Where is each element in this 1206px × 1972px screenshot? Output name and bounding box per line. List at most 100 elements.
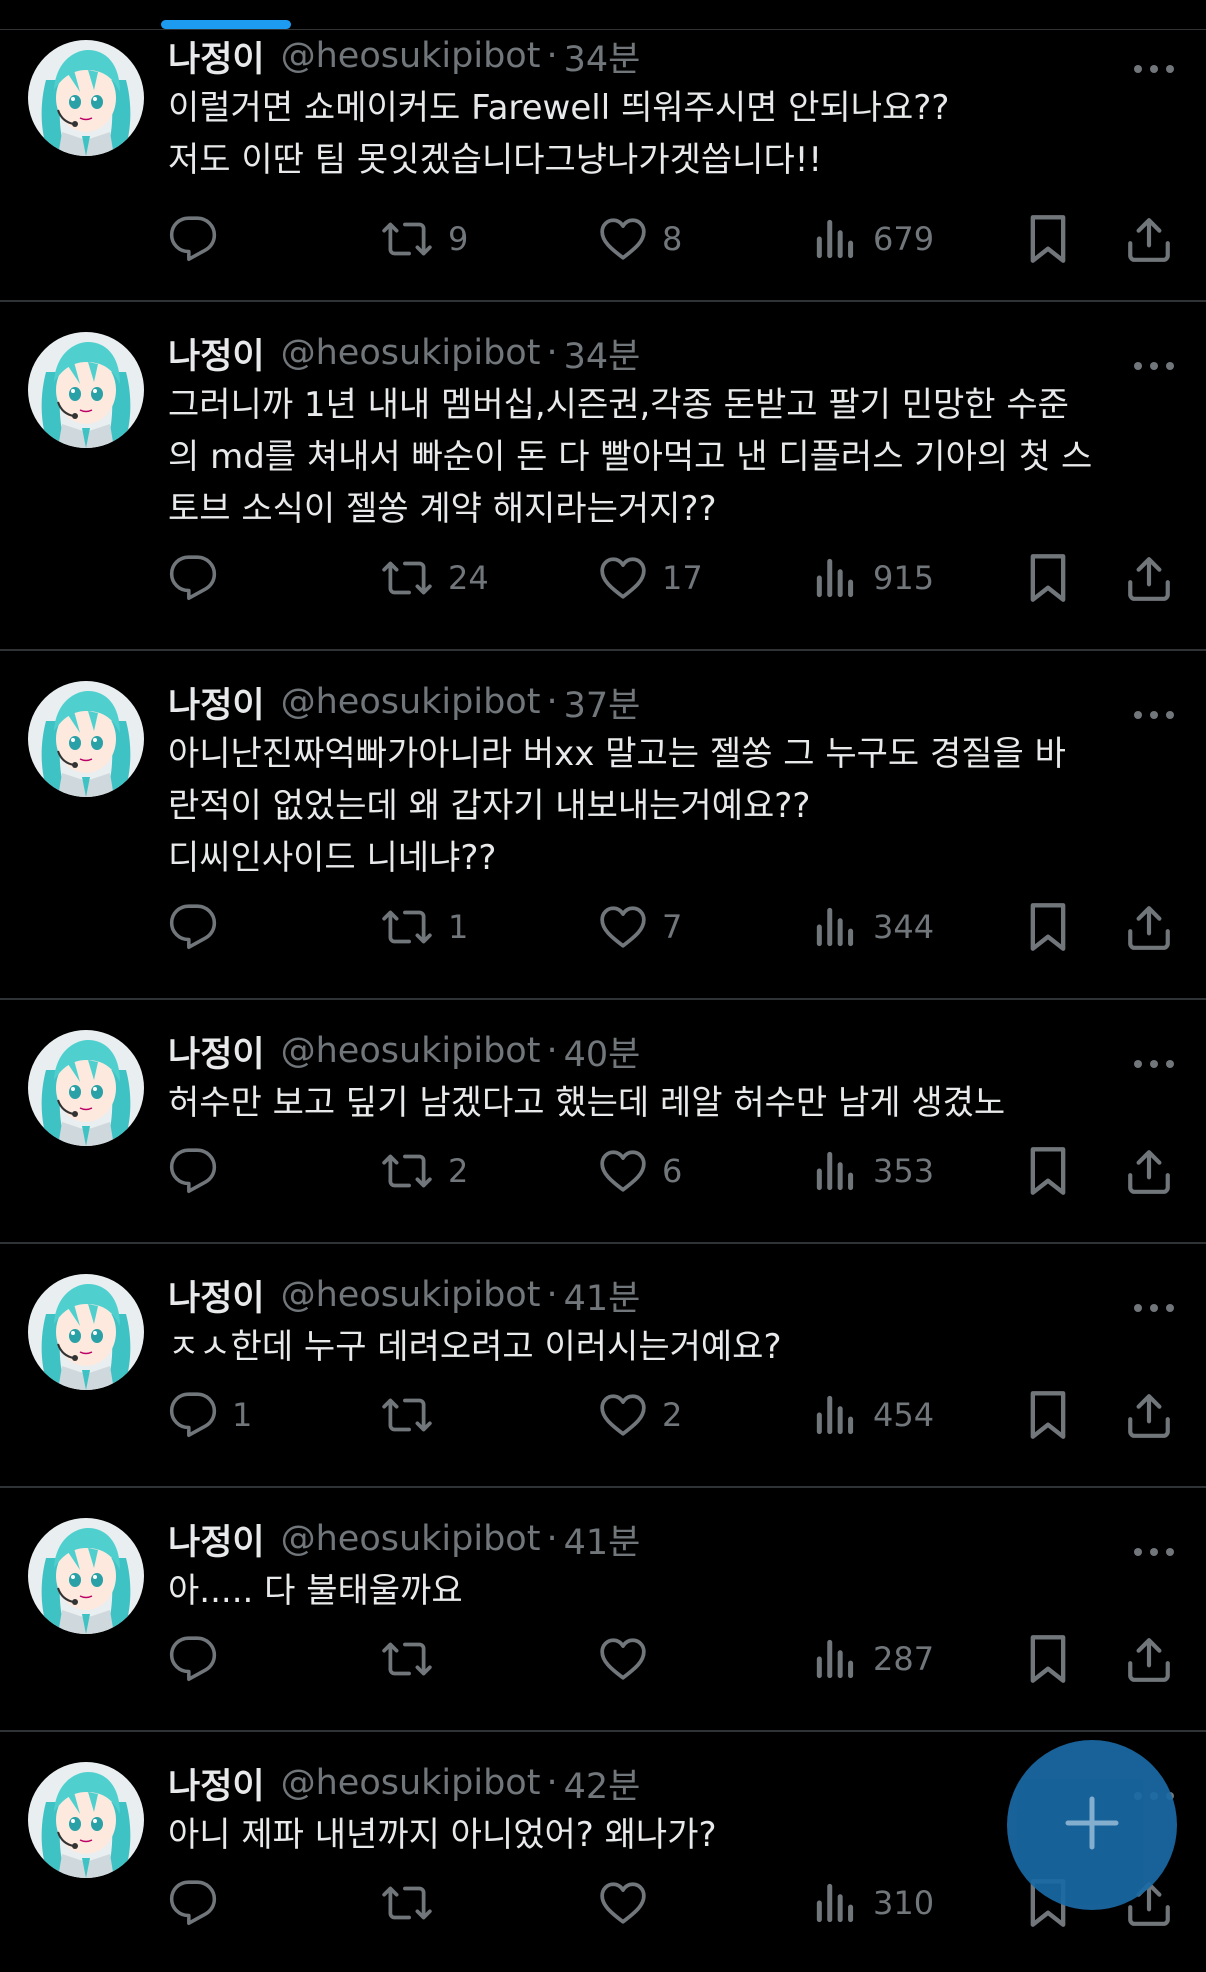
like-button[interactable]: [598, 1875, 662, 1931]
like-button[interactable]: 6: [598, 1143, 682, 1199]
retweet-button[interactable]: [380, 1631, 448, 1687]
avatar[interactable]: [28, 681, 144, 797]
bookmark-button[interactable]: [1026, 550, 1070, 606]
tweet-actions: 1 2 454: [168, 1387, 1176, 1443]
avatar[interactable]: [28, 1762, 144, 1878]
timestamp[interactable]: 37분: [564, 677, 641, 728]
timestamp[interactable]: 42분: [564, 1758, 641, 1809]
display-name[interactable]: 나정이: [168, 1514, 265, 1565]
bookmark-icon: [1026, 1145, 1070, 1197]
more-icon[interactable]: [1132, 1039, 1176, 1068]
compose-button[interactable]: [1007, 1740, 1177, 1910]
tweet[interactable]: 나정이 @heosukipibot · 41분 아..... 다 불태울까요 2…: [0, 1488, 1206, 1732]
views-icon: [813, 214, 859, 264]
display-name[interactable]: 나정이: [168, 1026, 265, 1077]
views-button[interactable]: 310: [813, 1875, 934, 1931]
reply-icon: [168, 214, 218, 264]
user-handle[interactable]: @heosukipibot: [281, 36, 541, 76]
retweet-button[interactable]: 9: [380, 211, 468, 267]
views-button[interactable]: 454: [813, 1387, 934, 1443]
display-name[interactable]: 나정이: [168, 677, 265, 728]
views-button[interactable]: 679: [813, 211, 934, 267]
bookmark-button[interactable]: [1026, 1387, 1070, 1443]
reply-button[interactable]: [168, 899, 232, 955]
bookmark-button[interactable]: [1026, 1631, 1070, 1687]
timestamp[interactable]: 41분: [564, 1270, 641, 1321]
display-name[interactable]: 나정이: [168, 1758, 265, 1809]
tweet-header: 나정이 @heosukipibot · 41분: [168, 1269, 1176, 1321]
retweet-button[interactable]: [380, 1387, 448, 1443]
views-button[interactable]: 915: [813, 550, 934, 606]
tweet[interactable]: 나정이 @heosukipibot · 40분 허수만 보고 딮기 남겠다고 했…: [0, 1000, 1206, 1244]
share-button[interactable]: [1124, 1143, 1174, 1199]
timestamp[interactable]: 41분: [564, 1514, 641, 1565]
timestamp[interactable]: 40분: [564, 1026, 641, 1077]
bookmark-button[interactable]: [1026, 211, 1070, 267]
display-name[interactable]: 나정이: [168, 31, 265, 82]
views-icon: [813, 1878, 859, 1928]
user-handle[interactable]: @heosukipibot: [281, 333, 541, 373]
timestamp[interactable]: 34분: [564, 31, 641, 82]
reply-button[interactable]: [168, 1631, 232, 1687]
views-button[interactable]: 353: [813, 1143, 934, 1199]
tweet[interactable]: 나정이 @heosukipibot · 34분 그러니까 1년 내내 멤버십,시…: [0, 302, 1206, 651]
tweet[interactable]: 나정이 @heosukipibot · 41분 ㅈㅅ한데 누구 데려오려고 이러…: [0, 1244, 1206, 1488]
more-icon[interactable]: [1132, 1283, 1176, 1312]
like-button[interactable]: 2: [598, 1387, 682, 1443]
more-icon[interactable]: [1132, 1527, 1176, 1556]
separator-dot: ·: [546, 1763, 558, 1803]
bookmark-button[interactable]: [1026, 899, 1070, 955]
views-button[interactable]: 287: [813, 1631, 934, 1687]
reply-icon: [168, 1634, 218, 1684]
more-icon[interactable]: [1132, 44, 1176, 73]
timestamp[interactable]: 34분: [564, 328, 641, 379]
like-count: 17: [662, 559, 703, 597]
user-handle[interactable]: @heosukipibot: [281, 1031, 541, 1071]
bookmark-button[interactable]: [1026, 1143, 1070, 1199]
avatar[interactable]: [28, 1030, 144, 1146]
bookmark-icon: [1026, 1633, 1070, 1685]
plus-icon: [1064, 1795, 1120, 1855]
avatar[interactable]: [28, 40, 144, 156]
share-button[interactable]: [1124, 550, 1174, 606]
avatar[interactable]: [28, 1518, 144, 1634]
retweet-button[interactable]: 2: [380, 1143, 468, 1199]
heart-icon: [598, 1878, 648, 1928]
retweet-button[interactable]: [380, 1875, 448, 1931]
tweet[interactable]: 나정이 @heosukipibot · 34분 이럴거면 쇼메이커도 Farew…: [0, 30, 1206, 302]
more-icon[interactable]: [1132, 690, 1176, 719]
retweet-button[interactable]: 1: [380, 899, 468, 955]
user-handle[interactable]: @heosukipibot: [281, 1763, 541, 1803]
tweet-header: 나정이 @heosukipibot · 34분: [168, 327, 1176, 379]
like-button[interactable]: 7: [598, 899, 682, 955]
avatar[interactable]: [28, 332, 144, 448]
display-name[interactable]: 나정이: [168, 1270, 265, 1321]
more-icon[interactable]: [1132, 341, 1176, 370]
like-button[interactable]: 17: [598, 550, 703, 606]
reply-button[interactable]: [168, 1143, 232, 1199]
reply-button[interactable]: 1: [168, 1387, 252, 1443]
reply-icon: [168, 1146, 218, 1196]
tweet-actions: 1 7 344: [168, 899, 1176, 955]
share-button[interactable]: [1124, 1631, 1174, 1687]
retweet-button[interactable]: 24: [380, 550, 489, 606]
tweet[interactable]: 나정이 @heosukipibot · 37분 아니난진짜억빠가아니라 버xx …: [0, 651, 1206, 1000]
reply-button[interactable]: [168, 1875, 232, 1931]
user-handle[interactable]: @heosukipibot: [281, 1275, 541, 1315]
avatar[interactable]: [28, 1274, 144, 1390]
display-name[interactable]: 나정이: [168, 328, 265, 379]
views-count: 454: [873, 1396, 935, 1434]
user-handle[interactable]: @heosukipibot: [281, 682, 541, 722]
like-button[interactable]: [598, 1631, 662, 1687]
views-icon: [813, 1634, 859, 1684]
like-button[interactable]: 8: [598, 211, 682, 267]
share-button[interactable]: [1124, 1387, 1174, 1443]
user-handle[interactable]: @heosukipibot: [281, 1519, 541, 1559]
retweet-count: 9: [448, 220, 469, 258]
reply-button[interactable]: [168, 550, 232, 606]
views-button[interactable]: 344: [813, 899, 934, 955]
retweet-icon: [380, 1146, 434, 1196]
share-button[interactable]: [1124, 899, 1174, 955]
share-button[interactable]: [1124, 211, 1174, 267]
reply-button[interactable]: [168, 211, 232, 267]
